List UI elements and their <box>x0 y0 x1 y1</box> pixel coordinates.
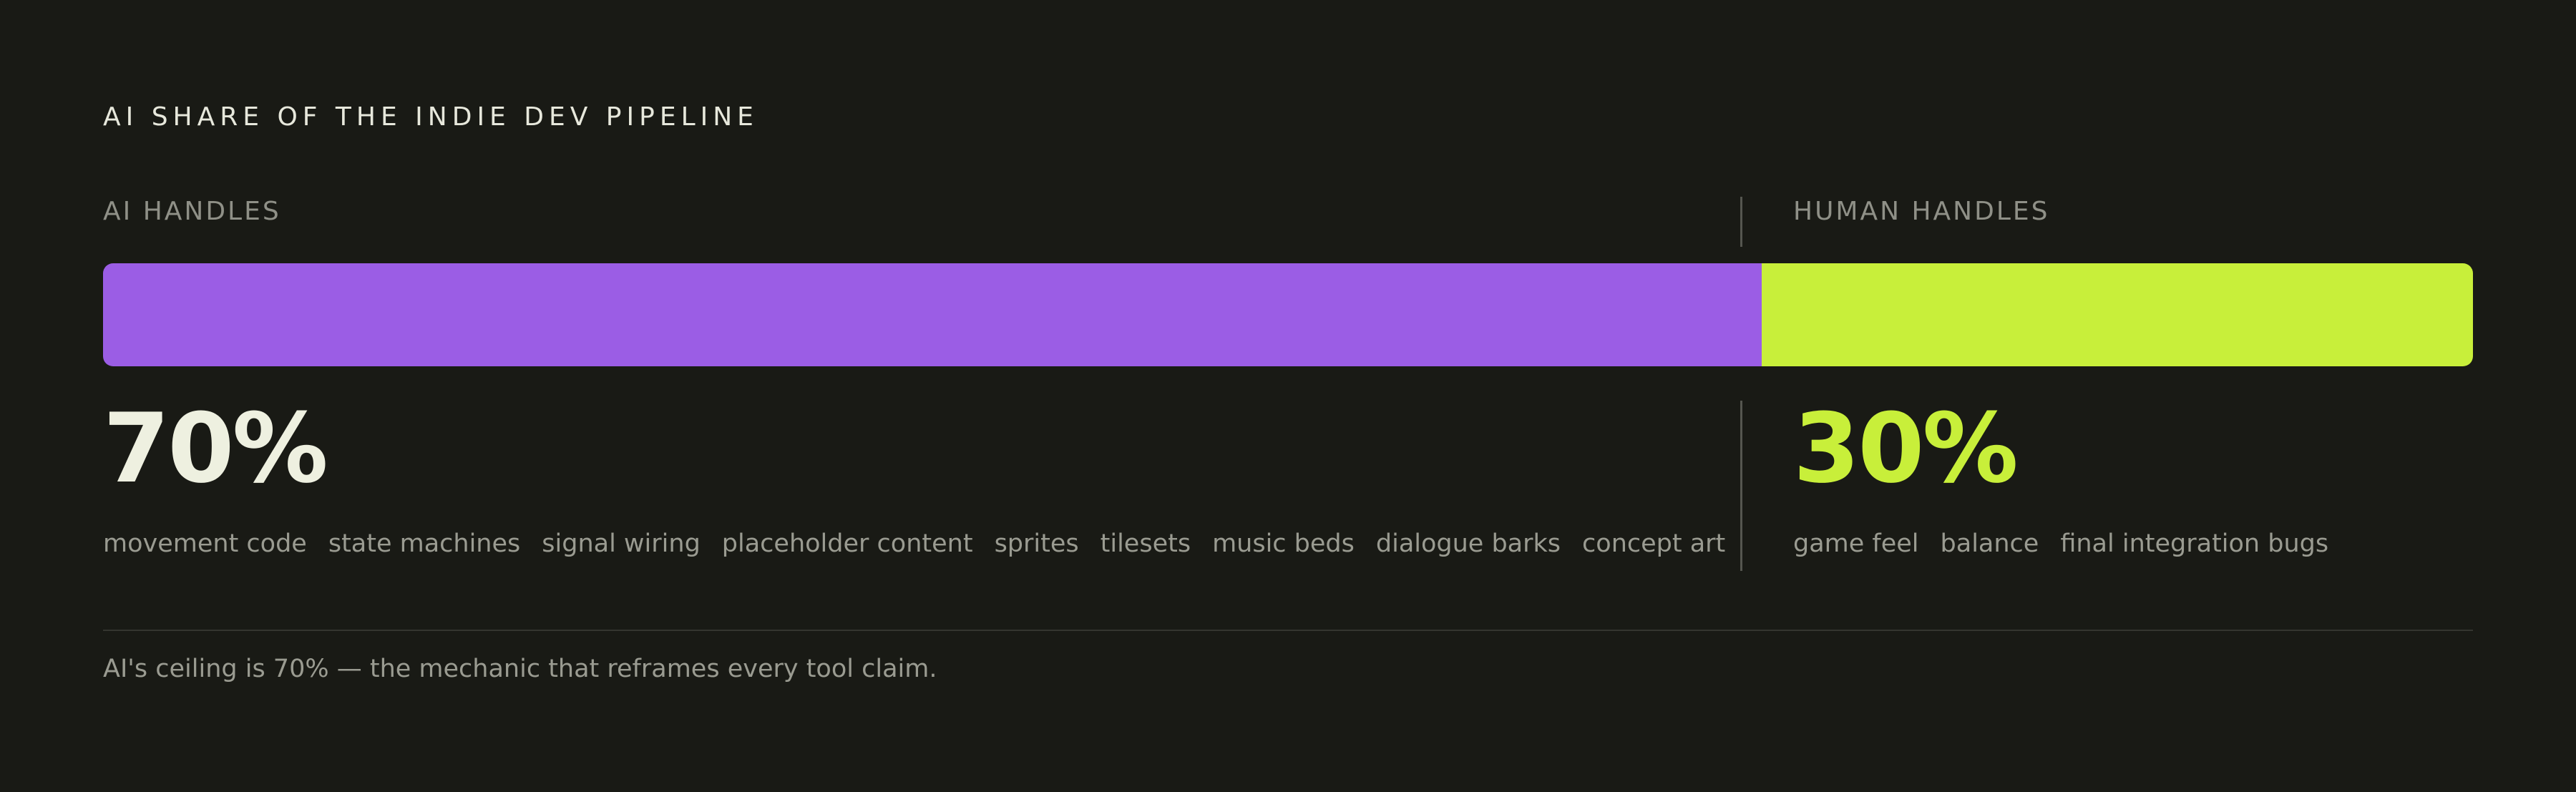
chart-panel: AI SHARE OF THE INDIE DEV PIPELINE AI HA… <box>103 0 2473 792</box>
ai-task-item: music beds <box>1212 529 1355 558</box>
ai-task-item: movement code <box>103 529 307 558</box>
chart-caption: AI's ceiling is 70% — the mechanic that … <box>103 655 937 683</box>
footer-rule <box>103 630 2473 631</box>
stacked-share-bar <box>103 263 2473 366</box>
ai-task-item: tilesets <box>1100 529 1191 558</box>
chart-title: AI SHARE OF THE INDIE DEV PIPELINE <box>103 102 758 132</box>
section-divider-bottom <box>1740 401 1742 571</box>
ai-task-item: signal wiring <box>542 529 701 558</box>
human-task-item: balance <box>1940 529 2039 558</box>
ai-task-item: concept art <box>1582 529 1726 558</box>
human-task-item: game feel <box>1793 529 1919 558</box>
human-task-list: game feel balance final integration bugs <box>1793 529 2328 558</box>
ai-task-list: movement code state machines signal wiring… <box>103 529 1725 558</box>
human-task-item: final integration bugs <box>2060 529 2329 558</box>
ai-share-value: 70% <box>103 393 328 504</box>
section-divider-top <box>1740 197 1742 247</box>
human-section-label: HUMAN HANDLES <box>1793 197 2050 226</box>
ai-task-item: dialogue barks <box>1375 529 1561 558</box>
ai-task-item: sprites <box>994 529 1079 558</box>
ai-task-item: state machines <box>328 529 521 558</box>
ai-task-item: placeholder content <box>721 529 973 558</box>
human-share-segment <box>1762 263 2473 366</box>
human-share-value: 30% <box>1793 393 2019 504</box>
ai-section-label: AI HANDLES <box>103 197 281 226</box>
ai-share-segment <box>103 263 1762 366</box>
